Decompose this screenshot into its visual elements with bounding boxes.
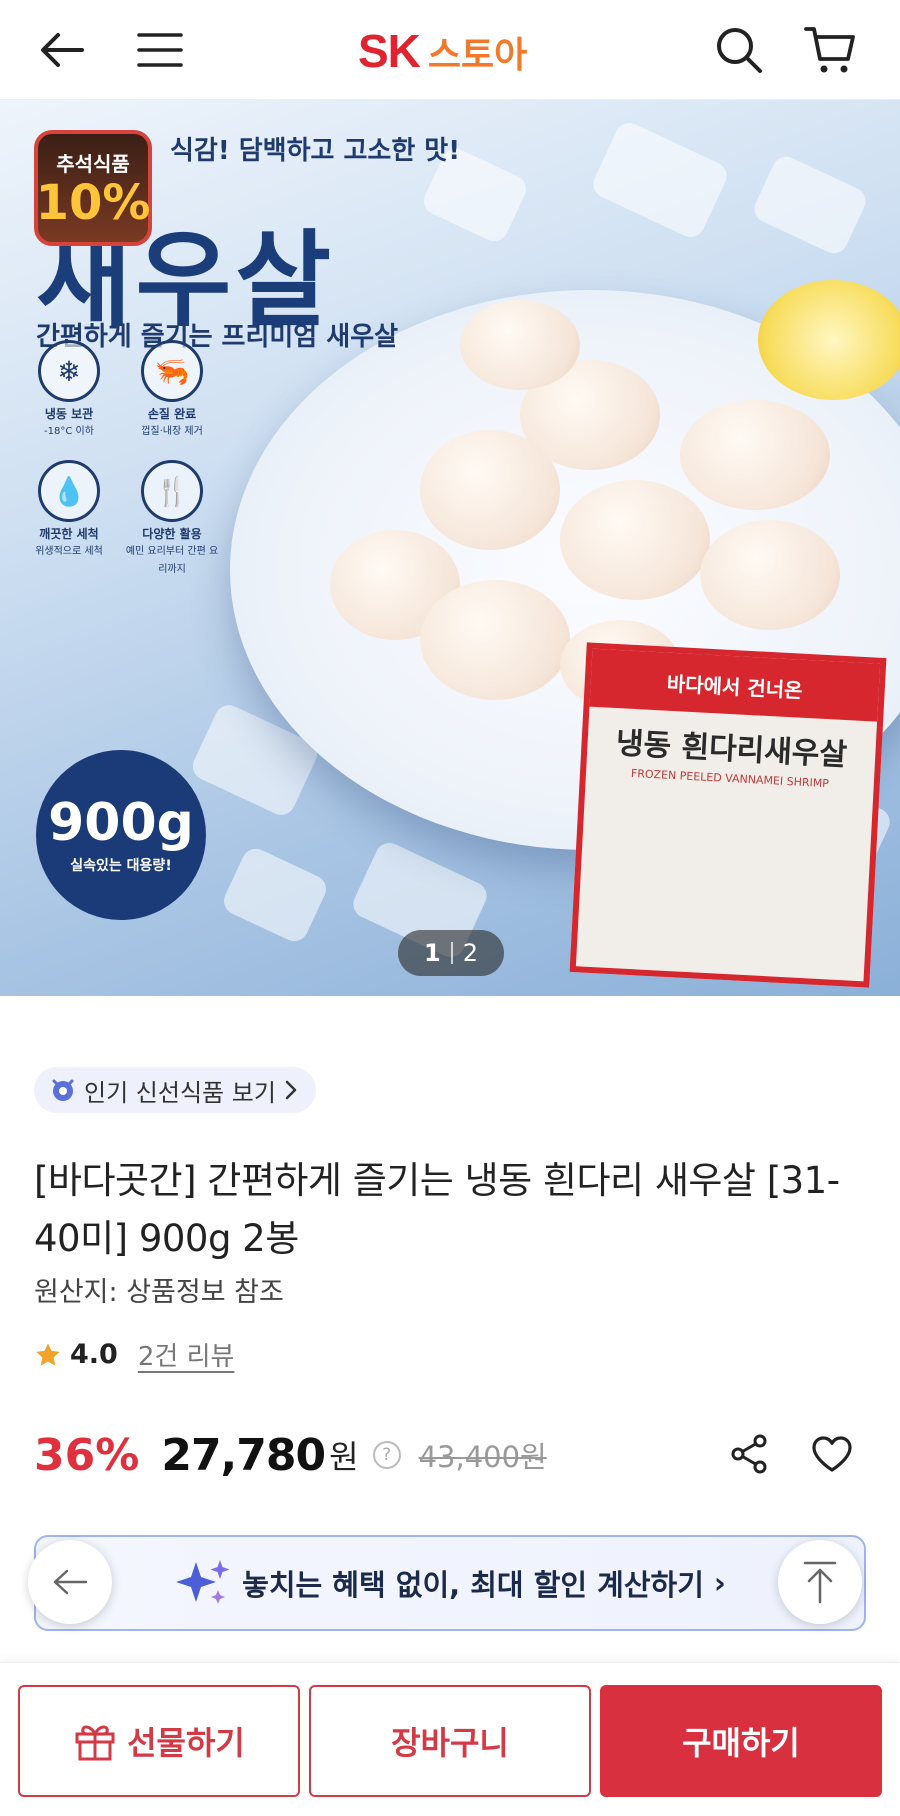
shrimp-icon: 🦐	[141, 340, 203, 402]
hero-tagline: 식감! 담백하고 고소한 맛!	[170, 136, 461, 166]
snowflake-icon: ❄	[38, 340, 100, 402]
max-discount-banner[interactable]: 놓치는 혜택 없이, 최대 할인 계산하기 ›	[34, 1535, 866, 1631]
feature-label: 냉동 보관 -18°C 이하	[44, 407, 94, 437]
product-origin: 원산지: 상품정보 참조	[34, 1277, 284, 1308]
original-price: 43,400원	[418, 1440, 547, 1474]
chevron-right-icon: ›	[713, 1566, 726, 1600]
rating-score: 4.0	[70, 1339, 118, 1370]
share-button[interactable]	[724, 1428, 776, 1480]
product-image-carousel[interactable]: 식감! 담백하고 고소한 맛! 새우살 간편하게 즐기는 프리미엄 새우살 추석…	[0, 100, 900, 996]
water-drop-icon: 💧	[38, 460, 100, 522]
price-help-icon[interactable]: ?	[372, 1441, 401, 1469]
search-button[interactable]	[707, 18, 771, 82]
share-icon	[731, 1434, 767, 1474]
arrow-up-icon	[803, 1561, 837, 1604]
feature-label: 손질 완료 껍질·내장 제거	[141, 407, 203, 437]
currency-unit: 원	[329, 1438, 359, 1476]
image-pager[interactable]: 1 2	[398, 930, 504, 976]
store-logo[interactable]: SK 스토아	[358, 24, 528, 77]
floating-back-button[interactable]	[28, 1540, 112, 1624]
back-button[interactable]	[30, 18, 94, 82]
utensils-icon: 🍴	[141, 460, 203, 522]
scroll-to-top-button[interactable]	[778, 1540, 862, 1624]
star-icon	[36, 1342, 60, 1366]
sparkle-icon	[176, 1560, 230, 1604]
weight-value: 900g	[48, 793, 194, 853]
logo-brand: SK	[358, 25, 421, 77]
lemon-slice	[758, 280, 900, 400]
badge-icon	[52, 1079, 74, 1101]
sale-price: 27,780	[161, 1429, 326, 1481]
buy-now-button[interactable]: 구매하기	[600, 1685, 882, 1797]
cart-icon	[804, 27, 855, 73]
add-to-cart-label: 장바구니	[391, 1724, 509, 1762]
feature-label: 다양한 활용 예민 요리부터 간편 요리까지	[125, 527, 219, 575]
bottom-action-bar: 선물하기 장바구니 구매하기	[0, 1662, 900, 1816]
arrow-left-icon	[41, 33, 84, 67]
weight-caption: 실속있는 대용량!	[70, 858, 172, 874]
pager-divider	[450, 942, 453, 964]
hero-subtitle: 간편하게 즐기는 프리미엄 새우살	[36, 322, 399, 352]
gift-button[interactable]: 선물하기	[18, 1685, 300, 1797]
package-top-text: 바다에서 건너온	[589, 648, 881, 722]
banner-text: 놓치는 혜택 없이, 최대 할인 계산하기	[242, 1568, 704, 1602]
review-count-link[interactable]: 2건 리뷰	[138, 1336, 235, 1373]
product-package: 바다에서 건너온 냉동 흰다리새우살 FROZEN PEELED VANNAME…	[569, 642, 887, 988]
pager-total: 2	[462, 939, 478, 967]
buy-now-label: 구매하기	[682, 1724, 800, 1762]
price-row: 36% 27,780 원 ? 43,400원	[34, 1420, 874, 1490]
add-to-cart-button[interactable]: 장바구니	[309, 1685, 591, 1797]
discount-rate: 36%	[34, 1429, 140, 1481]
pager-current: 1	[424, 939, 441, 967]
top-header: SK 스토아	[0, 0, 900, 100]
promo-badge-label: 추석식품	[56, 151, 130, 176]
cart-button[interactable]	[798, 18, 862, 82]
rating-row: 4.0 2건 리뷰	[34, 1336, 234, 1373]
gift-button-label: 선물하기	[127, 1724, 245, 1762]
promo-badge: 추석식품 10%	[34, 130, 152, 246]
feature-label: 깨끗한 세척 위생적으로 세척	[35, 527, 103, 557]
promo-badge-percent: 10%	[35, 174, 151, 231]
wishlist-button[interactable]	[806, 1428, 858, 1480]
gift-icon	[75, 1725, 115, 1761]
search-icon	[717, 28, 762, 73]
hamburger-icon	[137, 33, 183, 67]
chevron-right-icon	[285, 1080, 297, 1100]
product-title: [바다곳간] 간편하게 즐기는 냉동 흰다리 새우살 [31-40미] 900g…	[34, 1159, 840, 1260]
chip-label: 인기 신선식품 보기	[84, 1078, 276, 1107]
popular-fresh-food-chip[interactable]: 인기 신선식품 보기	[34, 1067, 316, 1113]
arrow-left-icon	[53, 1569, 88, 1595]
weight-badge: 900g 실속있는 대용량!	[36, 750, 206, 920]
heart-icon	[812, 1436, 852, 1472]
logo-store-text: 스토아	[427, 35, 528, 76]
menu-button[interactable]	[128, 18, 192, 82]
